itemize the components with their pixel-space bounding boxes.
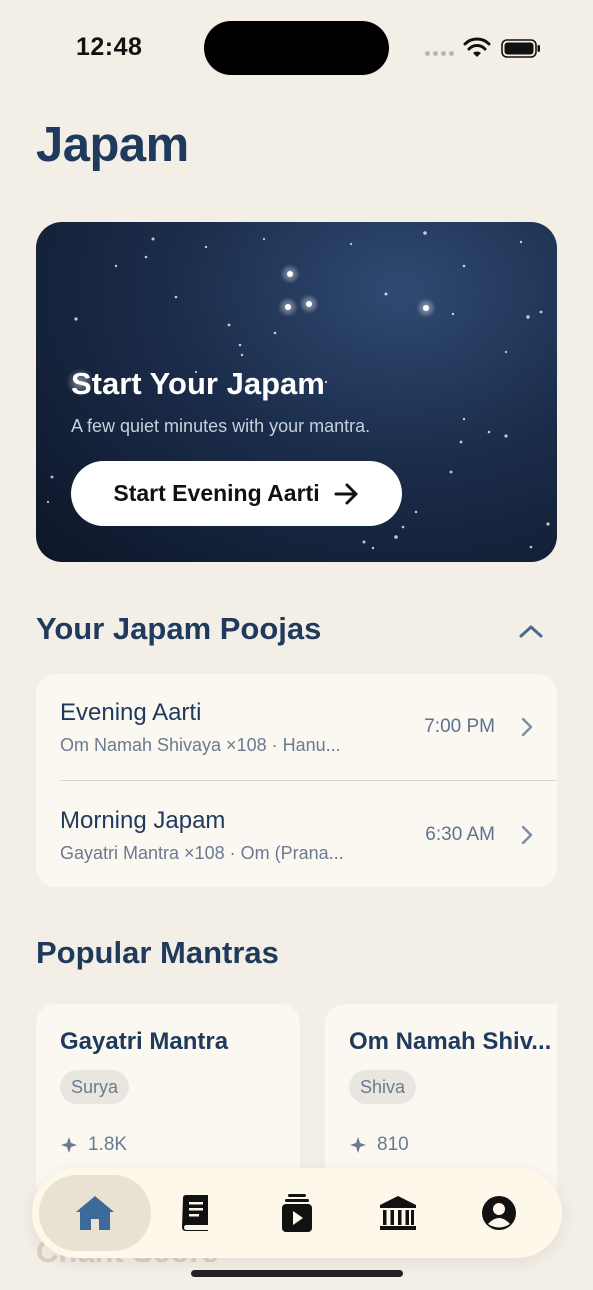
mantra-deity-tag: Surya (60, 1070, 130, 1104)
start-aarti-button[interactable]: Start Evening Aarti (71, 461, 402, 526)
mantra-name: Gayatri Mantra (60, 1028, 229, 1055)
poojas-list: Evening Aarti Om Namah Shivaya ×108 · Ha… (36, 674, 557, 887)
pooja-row-evening-aarti[interactable]: Evening Aarti Om Namah Shivaya ×108 · Ha… (36, 674, 557, 780)
pooja-time: 6:30 AM (425, 824, 495, 845)
dynamic-island (204, 21, 389, 75)
profile-icon (482, 1196, 516, 1230)
hero-subtitle: A few quiet minutes with your mantra. (71, 416, 371, 436)
home-icon (76, 1196, 114, 1230)
mantra-count-value: 810 (377, 1134, 409, 1155)
battery-icon (501, 39, 540, 58)
pooja-time: 7:00 PM (424, 716, 495, 737)
mantra-count: 1.8K (60, 1134, 127, 1156)
mantra-deity-tag: Shiva (349, 1070, 417, 1104)
temple-icon (380, 1196, 416, 1230)
book-icon (182, 1195, 208, 1231)
home-indicator (191, 1270, 403, 1277)
hero-title: Start Your Japam (71, 366, 325, 401)
start-aarti-label: Start Evening Aarti (113, 480, 320, 506)
wifi-icon (463, 37, 491, 57)
sparkle-icon (350, 1137, 366, 1153)
mantras-section-title: Popular Mantras (36, 935, 279, 970)
video-icon (282, 1194, 312, 1232)
tab-bar (32, 1168, 562, 1258)
tab-library[interactable] (139, 1175, 251, 1251)
tab-home[interactable] (39, 1175, 151, 1251)
chevron-right-icon (521, 717, 533, 737)
mantra-name: Om Namah Shiv... (349, 1028, 552, 1055)
arrow-right-icon (334, 483, 358, 504)
page-title: Japam (36, 118, 189, 172)
pooja-row-morning-japam[interactable]: Morning Japam Gayatri Mantra ×108 · Om (… (36, 781, 557, 887)
mantra-count: 810 (349, 1134, 409, 1156)
chevron-right-icon (521, 825, 533, 845)
poojas-section-title: Your Japam Poojas (36, 611, 322, 646)
pooja-description: Om Namah Shivaya ×108 · Hanu... (60, 735, 341, 755)
pooja-description: Gayatri Mantra ×108 · Om (Prana... (60, 843, 344, 863)
tab-profile[interactable] (443, 1175, 555, 1251)
pooja-name: Evening Aarti (60, 699, 202, 726)
cellular-signal-icon (425, 51, 454, 56)
mantra-count-value: 1.8K (88, 1134, 128, 1155)
sparkle-icon (61, 1137, 77, 1153)
chevron-up-icon[interactable] (515, 617, 547, 645)
hero-card: Start Your Japam A few quiet minutes wit… (36, 222, 557, 562)
status-bar: 12:48 (0, 0, 593, 95)
tab-videos[interactable] (241, 1175, 353, 1251)
pooja-name: Morning Japam (60, 807, 226, 834)
status-time: 12:48 (76, 33, 143, 61)
tab-temples[interactable] (342, 1175, 454, 1251)
